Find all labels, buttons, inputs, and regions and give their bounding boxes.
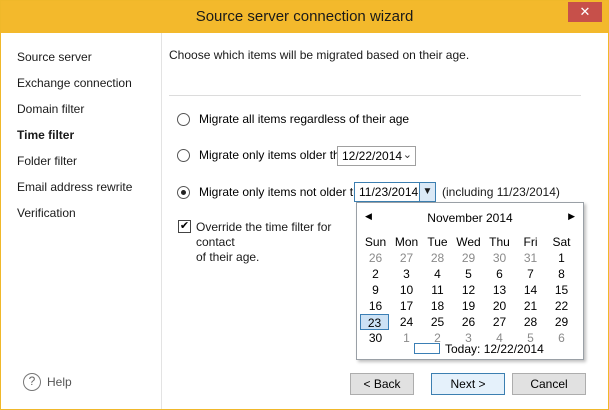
today-indicator xyxy=(414,343,440,354)
calendar-day[interactable]: 14 xyxy=(515,282,546,298)
help-link[interactable]: ? Help xyxy=(23,373,72,391)
calendar-month-title[interactable]: November 2014 xyxy=(357,211,583,225)
instructions-text: Choose which items will be migrated base… xyxy=(169,48,470,62)
older-than-date-value: 12/22/2014 xyxy=(342,149,403,163)
option-not-older-than[interactable]: Migrate only items not older than xyxy=(177,185,373,199)
calendar-day[interactable]: 8 xyxy=(546,266,577,282)
calendar-weekday: Wed xyxy=(456,235,481,249)
today-link[interactable]: Today: 12/22/2014 xyxy=(445,342,544,356)
calendar-weekday: Tue xyxy=(427,235,448,249)
override-label-line-1: Override the time filter for contact xyxy=(196,220,332,249)
calendar-day[interactable]: 27 xyxy=(391,250,422,266)
chevron-down-icon[interactable]: ⌄ xyxy=(403,148,412,161)
calendar-day[interactable]: 12 xyxy=(453,282,484,298)
calendar-day[interactable]: 24 xyxy=(391,314,422,330)
radio-all-items[interactable] xyxy=(177,112,190,126)
calendar-day[interactable]: 26 xyxy=(360,250,391,266)
window-title: Source server connection wizard xyxy=(195,8,414,25)
calendar-day[interactable]: 13 xyxy=(484,282,515,298)
override-label: Override the time filter for contact of … xyxy=(196,220,356,265)
including-date-note: (including 11/23/2014) xyxy=(442,185,560,199)
calendar-day[interactable]: 1 xyxy=(546,250,577,266)
override-label-line-2: of their age. xyxy=(196,250,260,264)
sidebar-item-verification[interactable]: Verification xyxy=(17,206,76,220)
chevron-down-icon[interactable]: ▼ xyxy=(419,183,435,201)
next-button[interactable]: Next > xyxy=(431,373,505,395)
older-than-date-picker[interactable]: 12/22/2014 ⌄ xyxy=(337,146,416,166)
calendar-day[interactable]: 18 xyxy=(422,298,453,314)
calendar-day[interactable]: 29 xyxy=(546,314,577,330)
calendar-day[interactable]: 4 xyxy=(422,266,453,282)
calendar-day[interactable]: 28 xyxy=(422,250,453,266)
sidebar-item-folder-filter[interactable]: Folder filter xyxy=(17,154,77,168)
calendar-day[interactable]: 31 xyxy=(515,250,546,266)
calendar-weekday: Sat xyxy=(552,235,571,249)
calendar-day[interactable]: 17 xyxy=(391,298,422,314)
sidebar-item-email-address-rewrite[interactable]: Email address rewrite xyxy=(17,180,132,194)
calendar-day[interactable]: 28 xyxy=(515,314,546,330)
option-older-than[interactable]: Migrate only items older than xyxy=(177,148,353,162)
sidebar-item-source-server[interactable]: Source server xyxy=(17,50,92,64)
radio-not-older-than[interactable] xyxy=(177,185,190,199)
close-icon: ✕ xyxy=(579,4,591,19)
header-divider xyxy=(169,95,581,96)
calendar-day[interactable]: 5 xyxy=(453,266,484,282)
calendar-day[interactable]: 27 xyxy=(484,314,515,330)
help-icon: ? xyxy=(23,373,41,391)
next-month-icon[interactable]: ▶ xyxy=(568,211,575,222)
calendar-day[interactable]: 9 xyxy=(360,282,391,298)
override-checkbox[interactable]: ✔ xyxy=(178,220,191,233)
calendar-day[interactable]: 23 xyxy=(360,314,389,330)
calendar-day[interactable]: 15 xyxy=(546,282,577,298)
calendar-day[interactable]: 6 xyxy=(484,266,515,282)
radio-older-than[interactable] xyxy=(177,148,190,162)
calendar-day[interactable]: 30 xyxy=(484,250,515,266)
calendar-day[interactable]: 3 xyxy=(391,266,422,282)
help-label: Help xyxy=(47,375,72,389)
calendar-day[interactable]: 30 xyxy=(360,330,391,346)
calendar-header: ◀ November 2014 ▶ xyxy=(357,211,583,227)
option-all-items[interactable]: Migrate all items regardless of their ag… xyxy=(177,112,409,126)
calendar-day[interactable]: 29 xyxy=(453,250,484,266)
calendar-day[interactable]: 22 xyxy=(546,298,577,314)
calendar-day[interactable]: 20 xyxy=(484,298,515,314)
calendar-day[interactable]: 19 xyxy=(453,298,484,314)
calendar-day[interactable]: 16 xyxy=(360,298,391,314)
calendar-day[interactable]: 7 xyxy=(515,266,546,282)
calendar-day[interactable]: 2 xyxy=(360,266,391,282)
calendar-dropdown[interactable]: ◀ November 2014 ▶ Sun Mon Tue Wed Thu Fri Sat … xyxy=(356,202,584,360)
calendar-day[interactable]: 21 xyxy=(515,298,546,314)
not-older-than-date-value: 11/23/2014 xyxy=(359,185,419,199)
calendar-weekday: Thu xyxy=(489,235,510,249)
option-all-items-label: Migrate all items regardless of their ag… xyxy=(199,112,410,126)
wizard-window: Source server connection wizard ✕ Source… xyxy=(0,0,609,410)
title-bar: Source server connection wizard ✕ xyxy=(1,1,608,33)
not-older-than-date-picker[interactable]: 11/23/2014 ▼ xyxy=(354,182,436,202)
sidebar-divider xyxy=(161,33,162,409)
close-button[interactable]: ✕ xyxy=(568,2,602,22)
calendar-day[interactable]: 26 xyxy=(453,314,484,330)
calendar-day[interactable]: 25 xyxy=(422,314,453,330)
calendar-day[interactable]: 10 xyxy=(391,282,422,298)
calendar-day[interactable]: 11 xyxy=(422,282,453,298)
sidebar-item-exchange-connection[interactable]: Exchange connection xyxy=(17,76,132,90)
calendar-day[interactable]: 6 xyxy=(546,330,577,346)
back-button[interactable]: < Back xyxy=(350,373,414,395)
calendar-weekday: Mon xyxy=(394,235,419,249)
sidebar: Source server Exchange connection Domain… xyxy=(1,33,161,409)
option-not-older-than-label: Migrate only items not older than xyxy=(199,185,374,199)
calendar-weekday: Sun xyxy=(364,235,387,249)
option-older-than-label: Migrate only items older than xyxy=(199,148,354,162)
checkmark-icon: ✔ xyxy=(179,220,190,232)
sidebar-item-time-filter[interactable]: Time filter xyxy=(17,128,74,142)
calendar-weekday: Fri xyxy=(523,235,538,249)
sidebar-item-domain-filter[interactable]: Domain filter xyxy=(17,102,84,116)
cancel-button[interactable]: Cancel xyxy=(512,373,586,395)
